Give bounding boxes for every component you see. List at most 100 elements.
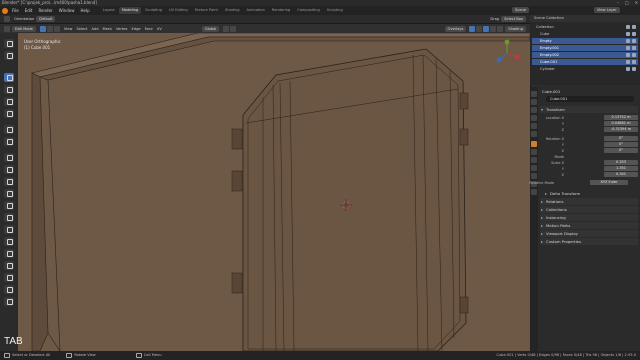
camera-icon[interactable] xyxy=(632,32,636,36)
scale-x-field[interactable]: 0.253 xyxy=(604,160,638,165)
location-y-field[interactable]: 0.04881 m xyxy=(604,121,638,126)
loop-cut-tool-icon[interactable] xyxy=(4,201,14,210)
measure-tool-icon[interactable] xyxy=(4,137,14,146)
navigation-gizmo[interactable] xyxy=(492,38,522,68)
tab-rendering[interactable]: Rendering xyxy=(269,7,293,14)
tab-uv-editing[interactable]: UV Editing xyxy=(166,7,191,14)
transform-pivot-icon[interactable] xyxy=(4,16,10,22)
orientation-dropdown[interactable]: Default xyxy=(36,16,56,22)
output-tab-icon[interactable] xyxy=(531,107,537,113)
select-box-tool-icon[interactable] xyxy=(4,73,14,82)
overlays-dropdown[interactable]: Overlays xyxy=(444,25,467,32)
knife-tool-icon[interactable] xyxy=(4,213,14,222)
menu-mesh[interactable]: Mesh xyxy=(103,27,112,31)
editor-type-icon[interactable] xyxy=(4,25,10,32)
visibility-icon[interactable] xyxy=(626,46,630,50)
tab-scripting[interactable]: Scripting xyxy=(324,7,346,14)
menu-window[interactable]: Window xyxy=(59,8,75,13)
relative-mode-dropdown[interactable]: XYZ Euler xyxy=(590,180,628,185)
rotation-x-field[interactable]: 0° xyxy=(604,136,638,141)
annotate-tool-icon[interactable] xyxy=(4,125,14,134)
object-name-field[interactable]: Cube.001 xyxy=(546,96,634,102)
render-tab-icon[interactable] xyxy=(531,99,537,105)
smooth-tool-icon[interactable] xyxy=(4,249,14,258)
transform-section-header[interactable]: Transform xyxy=(540,106,638,113)
viewport-display-section[interactable]: Viewport Display xyxy=(540,230,638,237)
rip-region-tool-icon[interactable] xyxy=(4,297,14,306)
location-x-field[interactable]: 0.13752 m xyxy=(604,115,638,120)
outliner-row-empty-002[interactable]: Empty.002 xyxy=(532,52,638,58)
bevel-tool-icon[interactable] xyxy=(4,189,14,198)
rendered-shading-icon[interactable] xyxy=(497,25,504,32)
snap-icon[interactable] xyxy=(223,25,230,32)
outliner-row-cube-001[interactable]: Cube.001 xyxy=(532,59,638,65)
menu-uv[interactable]: UV xyxy=(157,27,162,31)
edge-slide-tool-icon[interactable] xyxy=(4,261,14,270)
camera-icon[interactable] xyxy=(632,39,636,43)
menu-vertex[interactable]: Vertex xyxy=(116,27,128,31)
camera-icon[interactable] xyxy=(632,67,636,71)
visibility-icon[interactable] xyxy=(626,67,630,71)
material-tab-icon[interactable] xyxy=(531,189,537,195)
edge-select-icon[interactable] xyxy=(46,25,53,32)
location-z-field[interactable]: -0.31394 m xyxy=(604,127,638,132)
xray-icon[interactable] xyxy=(469,25,476,32)
tab-texture-paint[interactable]: Texture Paint xyxy=(192,7,221,14)
tool-tab-icon[interactable] xyxy=(531,91,537,97)
outliner-row-empty[interactable]: Empty xyxy=(532,38,638,44)
camera-icon[interactable] xyxy=(632,53,636,57)
visibility-icon[interactable] xyxy=(626,25,630,29)
blender-logo-icon[interactable] xyxy=(2,7,8,14)
shrink-fatten-tool-icon[interactable] xyxy=(4,273,14,282)
view-layer-name[interactable]: View Layer xyxy=(594,7,620,13)
spin-tool-icon[interactable] xyxy=(4,237,14,246)
transform-orientation-dropdown[interactable]: Global xyxy=(201,25,220,32)
drag-dropdown[interactable]: Select Box xyxy=(501,16,526,22)
custom-properties-section[interactable]: Custom Properties xyxy=(540,238,638,245)
face-select-icon[interactable] xyxy=(53,25,60,32)
material-shading-icon[interactable] xyxy=(490,25,497,32)
rotation-z-field[interactable]: 0° xyxy=(604,148,638,153)
rotation-y-field[interactable]: 0° xyxy=(604,142,638,147)
add-cube-tool-icon[interactable] xyxy=(4,153,14,162)
outliner-row-cube[interactable]: Cube xyxy=(532,31,638,37)
scale-z-field[interactable]: 0.341 xyxy=(604,172,638,177)
menu-edge[interactable]: Edge xyxy=(132,27,141,31)
tab-layout[interactable]: Layout xyxy=(100,7,118,14)
rotate-tool-icon[interactable] xyxy=(4,85,14,94)
menu-file[interactable]: File xyxy=(12,8,19,13)
poly-build-tool-icon[interactable] xyxy=(4,225,14,234)
scene-selector[interactable]: Scene xyxy=(510,7,529,13)
3d-viewport[interactable] xyxy=(18,33,530,351)
visibility-icon[interactable] xyxy=(626,39,630,43)
cursor-tool-icon[interactable] xyxy=(4,39,14,48)
delta-transform-section[interactable]: Delta Transform xyxy=(544,190,638,197)
camera-icon[interactable] xyxy=(632,60,636,64)
instancing-section[interactable]: Instancing xyxy=(540,214,638,221)
visibility-icon[interactable] xyxy=(626,53,630,57)
tab-compositing[interactable]: Compositing xyxy=(294,7,323,14)
relations-section[interactable]: Relations xyxy=(540,198,638,205)
camera-icon[interactable] xyxy=(632,46,636,50)
camera-icon[interactable] xyxy=(632,25,636,29)
outliner-row-collection[interactable]: Collection xyxy=(532,24,638,30)
mode-dropdown[interactable]: Edit Mode xyxy=(12,25,36,32)
tab-sculpting[interactable]: Sculpting xyxy=(142,7,165,14)
visibility-icon[interactable] xyxy=(626,60,630,64)
menu-face[interactable]: Face xyxy=(145,27,153,31)
tab-animation[interactable]: Animation xyxy=(244,7,268,14)
menu-select[interactable]: Select xyxy=(76,27,87,31)
tab-shading[interactable]: Shading xyxy=(222,7,243,14)
vertex-select-icon[interactable] xyxy=(39,25,46,32)
view-layer-selector[interactable]: View Layer xyxy=(592,7,620,13)
menu-render[interactable]: Render xyxy=(38,8,52,13)
inset-tool-icon[interactable] xyxy=(4,177,14,186)
scene-name[interactable]: Scene xyxy=(512,7,529,13)
wireframe-shading-icon[interactable] xyxy=(476,25,483,32)
transform-tool-icon[interactable] xyxy=(4,109,14,118)
visibility-icon[interactable] xyxy=(626,32,630,36)
scale-y-field[interactable]: 1.351 xyxy=(604,166,638,171)
collections-section[interactable]: Collections xyxy=(540,206,638,213)
move-tool-icon[interactable] xyxy=(4,51,14,60)
menu-edit[interactable]: Edit xyxy=(25,8,33,13)
